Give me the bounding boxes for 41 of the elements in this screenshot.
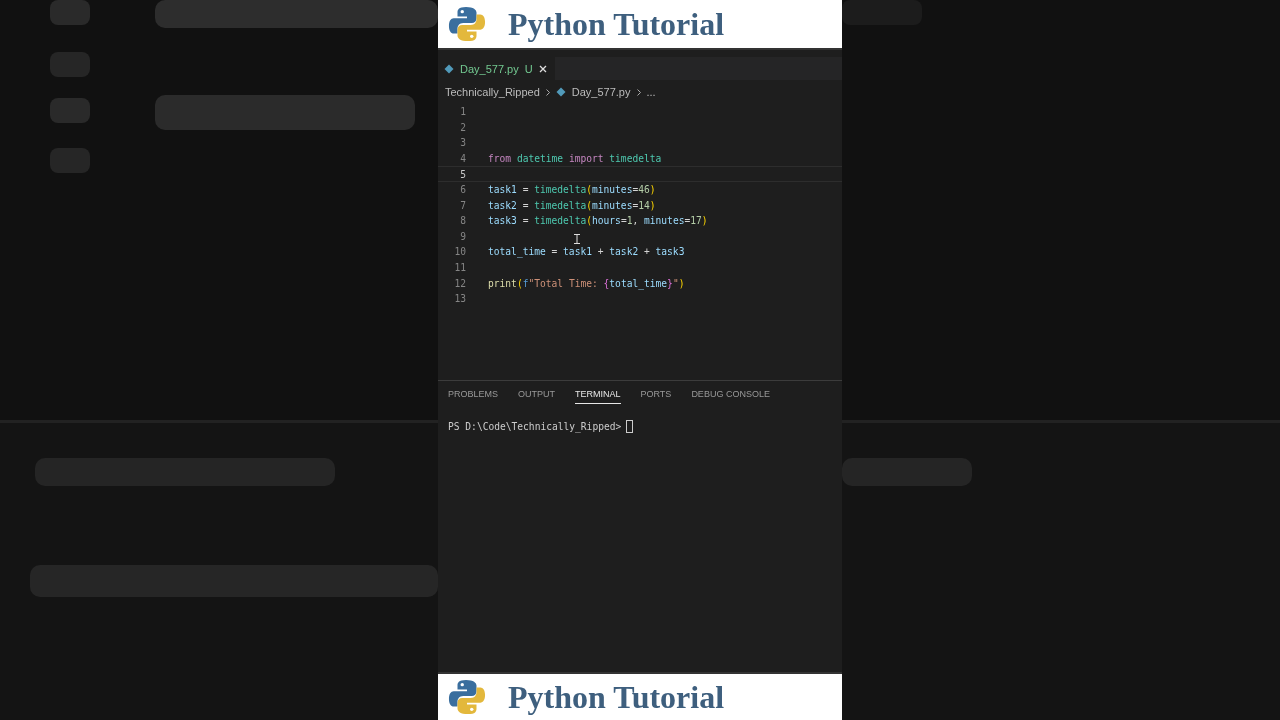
chevron-icon [636,88,641,96]
panel-tab[interactable]: PORTS [640,389,672,404]
line-number: 11 [453,260,467,275]
line-number: 13 [453,292,467,307]
python-file-icon [555,87,566,97]
line-number: 2 [459,120,467,135]
line-number: 8 [459,214,467,229]
terminal-prompt: PS D:\Code\Technically_Ripped> [448,421,622,432]
panel-tab[interactable]: TERMINAL [575,389,621,404]
panel-tab[interactable]: DEBUG CONSOLE [691,389,770,404]
line-number: 5 [459,168,467,181]
panel-tab[interactable]: PROBLEMS [448,389,498,404]
untracked-label: U [524,62,533,75]
code-line: from datetime import timedelta [488,151,662,166]
python-logo-icon [448,5,486,43]
breadcrumb-item[interactable]: Technically_Ripped [445,86,540,98]
line-number: 12 [453,276,467,291]
line-number: 4 [459,151,467,166]
line-number: 9 [459,229,467,244]
code-line: task3 = timedelta(hours=1, minutes=17) [488,214,708,229]
line-number: 1 [459,105,467,119]
line-number: 7 [459,198,467,213]
terminal-cursor-icon [626,420,634,433]
python-logo-icon [448,678,486,716]
banner-title: Python Tutorial [508,5,725,43]
code-line: task1 = timedelta(minutes=46) [488,182,656,197]
python-file-icon [444,63,454,74]
line-number: 10 [453,245,467,260]
chevron-icon [545,88,550,96]
panel-tab[interactable]: OUTPUT [518,389,555,404]
code-line: total_time = task1 + task2 + task3 [488,245,685,260]
line-number: 6 [459,182,467,197]
close-icon[interactable] [538,64,547,73]
text-cursor-icon [574,234,580,244]
banner-title: Python Tutorial [508,678,725,716]
file-tab[interactable]: Day_577.py U [438,57,555,80]
code-line: print(f"Total Time: {total_time}") [488,276,685,292]
line-number: 3 [459,136,467,151]
breadcrumb-item[interactable]: ... [646,86,656,98]
code-line: task2 = timedelta(minutes=14) [488,198,656,213]
breadcrumb-item[interactable]: Day_577.py [571,86,631,98]
